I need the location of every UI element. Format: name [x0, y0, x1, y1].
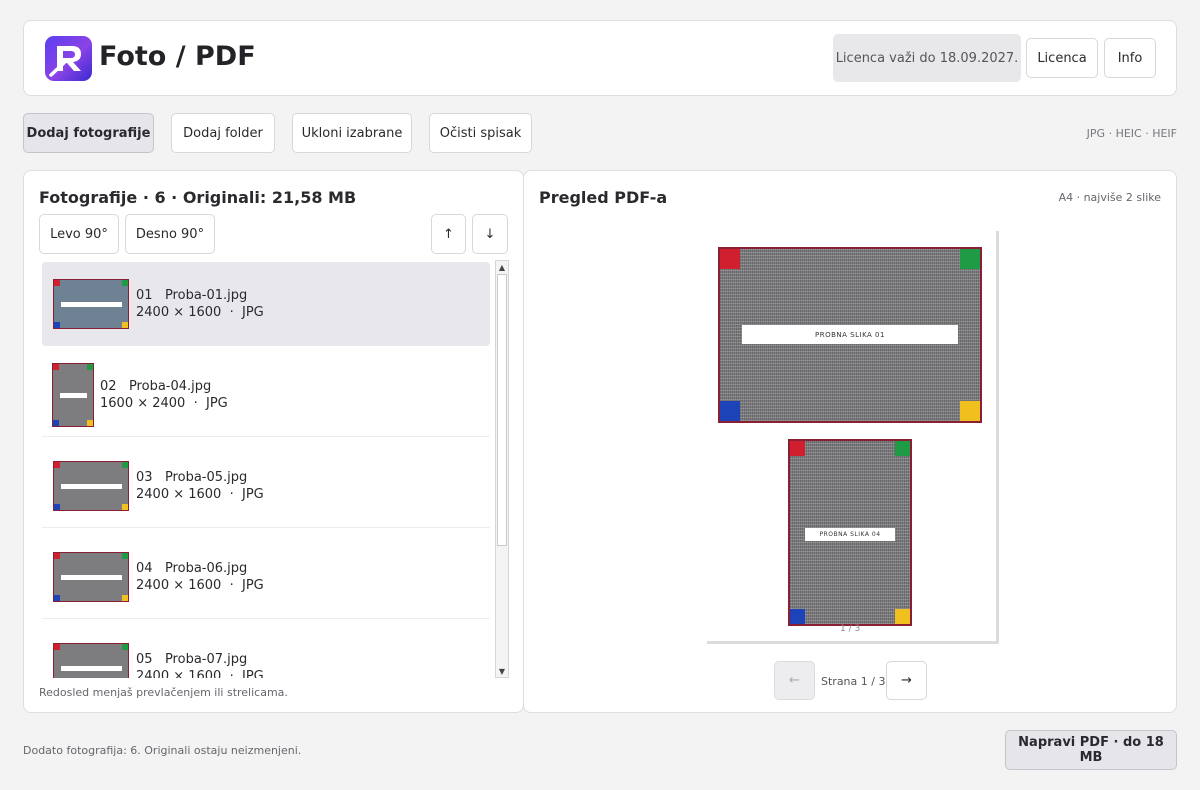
pdf-page-preview: PROBNA SLIKA 01 PROBNA SLIKA 04 1 / 3: [707, 231, 999, 644]
corner-mark: [895, 441, 910, 456]
preview-title: Pregled PDF-a: [539, 188, 668, 207]
app-title: Foto / PDF: [99, 41, 256, 72]
photo-thumbnail: [53, 461, 129, 511]
photo-meta: 1600 × 2400 · JPG: [100, 396, 228, 411]
scrollbar-thumb[interactable]: [497, 274, 507, 546]
corner-mark: [54, 280, 60, 286]
corner-mark: [54, 595, 60, 601]
move-up-button[interactable]: ↑: [431, 214, 466, 254]
app-header: Foto / PDF Licenca važi do 18.09.2027. L…: [23, 20, 1177, 96]
add-photos-button[interactable]: Dodaj fotografije: [23, 113, 154, 153]
preview-image-label: PROBNA SLIKA 04: [805, 528, 895, 541]
thumbnail-label-band: [61, 666, 122, 671]
photo-name: 04 Proba-06.jpg: [136, 561, 248, 576]
corner-mark: [895, 609, 910, 624]
corner-mark: [122, 280, 128, 286]
photo-meta: 2400 × 1600 · JPG: [136, 578, 264, 593]
next-page-button[interactable]: →: [886, 661, 927, 700]
pagination-label: Strana 1 / 3: [821, 675, 886, 688]
corner-mark: [122, 462, 128, 468]
corner-mark: [960, 249, 980, 269]
make-pdf-button[interactable]: Napravi PDF · do 18 MB: [1005, 730, 1177, 770]
corner-mark: [122, 595, 128, 601]
remove-selected-button[interactable]: Ukloni izabrane: [292, 113, 412, 153]
corner-mark: [54, 322, 60, 328]
corner-mark: [54, 462, 60, 468]
photo-list-scrollbar[interactable]: ▲ ▼: [495, 260, 509, 678]
license-status: Licenca važi do 18.09.2027.: [833, 34, 1021, 82]
preview-info: A4 · najviše 2 slike: [1058, 191, 1161, 204]
thumbnail-label-band: [61, 302, 122, 307]
photo-name: 02 Proba-04.jpg: [100, 379, 212, 394]
photo-name: 01 Proba-01.jpg: [136, 288, 248, 303]
photo-name: 03 Proba-05.jpg: [136, 470, 248, 485]
corner-mark: [720, 249, 740, 269]
corner-mark: [87, 364, 93, 370]
corner-mark: [122, 644, 128, 650]
corner-mark: [53, 420, 59, 426]
corner-mark: [790, 609, 805, 624]
rotate-left-button[interactable]: Levo 90°: [39, 214, 119, 254]
corner-mark: [122, 322, 128, 328]
corner-mark: [54, 504, 60, 510]
move-down-button[interactable]: ↓: [472, 214, 508, 254]
app-logo-icon: [45, 36, 92, 81]
info-button[interactable]: Info: [1104, 38, 1156, 78]
corner-mark: [87, 420, 93, 426]
supported-formats: JPG · HEIC · HEIF: [1086, 127, 1177, 140]
reorder-hint: Redosled menjaš prevlačenjem ili strelic…: [39, 686, 288, 699]
rotate-right-button[interactable]: Desno 90°: [125, 214, 215, 254]
previous-page-button[interactable]: ←: [774, 661, 815, 700]
photo-thumbnail: [53, 552, 129, 602]
corner-mark: [53, 364, 59, 370]
thumbnail-label-band: [61, 575, 122, 580]
corner-mark: [960, 401, 980, 421]
photos-title: Fotografije · 6 · Originali: 21,58 MB: [39, 188, 357, 207]
photo-name: 05 Proba-07.jpg: [136, 652, 248, 667]
scroll-up-arrow-icon[interactable]: ▲: [496, 261, 508, 273]
corner-mark: [54, 644, 60, 650]
add-folder-button[interactable]: Dodaj folder: [171, 113, 275, 153]
corner-mark: [790, 441, 805, 456]
photo-list-item[interactable]: 01 Proba-01.jpg 2400 × 1600 · JPG: [42, 262, 490, 346]
photo-meta: 2400 × 1600 · JPG: [136, 487, 264, 502]
photo-thumbnail: [53, 279, 129, 329]
photo-thumbnail: [52, 363, 94, 427]
scroll-down-arrow-icon[interactable]: ▼: [496, 665, 508, 677]
photo-list-item[interactable]: 02 Proba-04.jpg 1600 × 2400 · JPG: [42, 353, 490, 437]
photos-panel: Fotografije · 6 · Originali: 21,58 MB Le…: [23, 170, 524, 713]
preview-image: PROBNA SLIKA 04: [788, 439, 912, 626]
photo-list-item[interactable]: 05 Proba-07.jpg 2400 × 1600 · JPG: [42, 626, 490, 678]
thumbnail-label-band: [60, 393, 87, 398]
page-number: 1 / 3: [840, 624, 861, 634]
corner-mark: [122, 553, 128, 559]
clear-list-button[interactable]: Očisti spisak: [429, 113, 532, 153]
preview-image-label: PROBNA SLIKA 01: [742, 325, 958, 344]
corner-mark: [720, 401, 740, 421]
corner-mark: [122, 504, 128, 510]
thumbnail-label-band: [61, 484, 122, 489]
photo-list[interactable]: 01 Proba-01.jpg 2400 × 1600 · JPG 02 Pro…: [42, 262, 492, 678]
photo-list-item[interactable]: 03 Proba-05.jpg 2400 × 1600 · JPG: [42, 444, 490, 528]
license-button[interactable]: Licenca: [1026, 38, 1098, 78]
photo-meta: 2400 × 1600 · JPG: [136, 305, 264, 320]
preview-image: PROBNA SLIKA 01: [718, 247, 982, 423]
photo-thumbnail: [53, 643, 129, 678]
photo-list-item[interactable]: 04 Proba-06.jpg 2400 × 1600 · JPG: [42, 535, 490, 619]
pdf-preview-panel: Pregled PDF-a A4 · najviše 2 slike PROBN…: [523, 170, 1177, 713]
photo-meta: 2400 × 1600 · JPG: [136, 669, 264, 678]
status-text: Dodato fotografija: 6. Originali ostaju …: [23, 744, 302, 757]
corner-mark: [54, 553, 60, 559]
